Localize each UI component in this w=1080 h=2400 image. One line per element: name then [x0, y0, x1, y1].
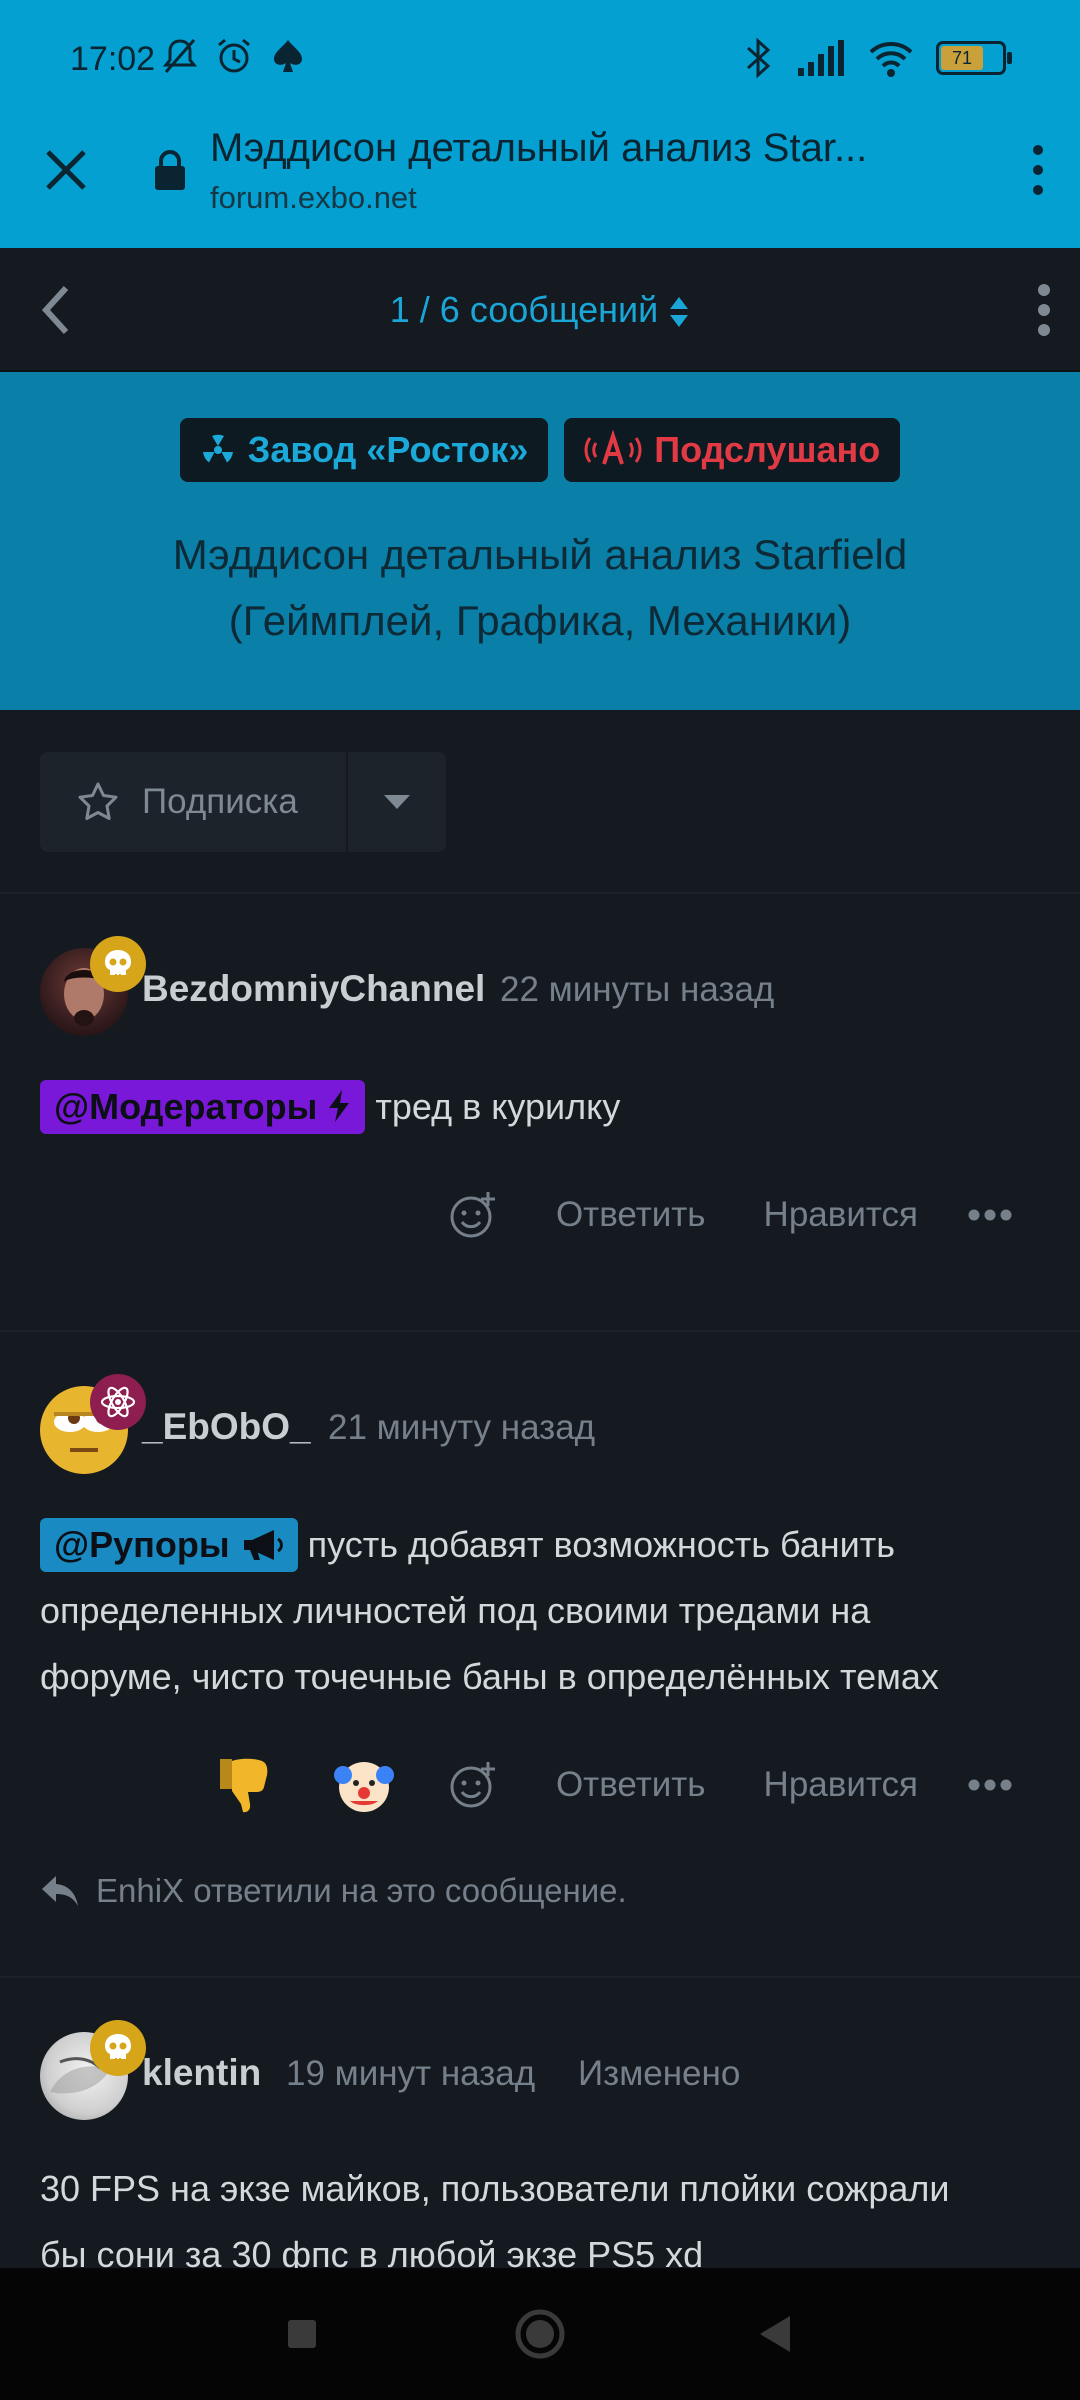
radiation-icon	[202, 434, 233, 463]
forum-header: 1 / 6 сообщений	[0, 248, 1080, 372]
subscribe-button[interactable]: Подписка	[40, 752, 346, 852]
back-chevron-icon[interactable]	[36, 280, 76, 340]
caret-down-icon	[384, 795, 410, 809]
post-time[interactable]: 22 минуты назад	[500, 970, 774, 1010]
alarm-icon	[218, 38, 250, 73]
reply-button[interactable]: Ответить	[556, 1765, 706, 1805]
back-triangle-icon[interactable]	[746, 2304, 806, 2364]
bluetooth-icon	[746, 37, 771, 79]
browser-page-title[interactable]: Мэддисон детальный анализ Star...	[210, 126, 950, 171]
post-body: @Рупоры пусть добавят возможность банить…	[40, 1512, 1050, 1710]
divider	[0, 1330, 1080, 1332]
home-circle-icon[interactable]	[510, 2304, 570, 2364]
browser-menu-icon[interactable]	[1026, 140, 1050, 200]
topic-title: Мэддисон детальный анализ Starfield (Гей…	[172, 531, 908, 644]
battery-icon: 71	[936, 41, 1012, 75]
browser-chrome: 17:02 71 Мэддисон детальный анализ Star.…	[0, 0, 1080, 248]
subscribe-label: Подписка	[142, 782, 298, 821]
atom-badge	[90, 1374, 146, 1430]
post-author[interactable]: klentin	[142, 2052, 261, 2094]
close-icon[interactable]	[40, 144, 92, 196]
mention-moderators[interactable]: @Модераторы	[40, 1080, 366, 1134]
like-button[interactable]: Нравится	[764, 1195, 918, 1235]
skull-icon	[105, 2034, 131, 2062]
more-options-icon[interactable]	[968, 1209, 1012, 1221]
clown-reaction-icon[interactable]	[333, 1755, 394, 1815]
skull-icon	[105, 950, 131, 978]
topic-tags: Завод «Росток» Подслушано	[0, 418, 1080, 482]
post-pager[interactable]: 1 / 6 сообщений	[0, 248, 1080, 372]
status-time: 17:02	[70, 40, 156, 78]
tag-label: Завод «Росток»	[247, 429, 529, 470]
post-actions: Ответить Нравится	[214, 1750, 1080, 1820]
divider	[0, 1976, 1080, 1978]
wifi-icon	[869, 42, 913, 77]
more-options-icon[interactable]	[968, 1779, 1012, 1791]
pager-label: 1 / 6 сообщений	[389, 289, 659, 330]
recents-square-icon[interactable]	[272, 2304, 332, 2364]
thumbs-down-reaction-icon[interactable]	[214, 1755, 272, 1815]
browser-url[interactable]: forum.exbo.net	[210, 180, 417, 216]
spade-icon	[274, 40, 302, 72]
url-bar: Мэддисон детальный анализ Star... forum.…	[0, 118, 1080, 248]
signal-icon	[798, 40, 844, 76]
subscription-control: Подписка	[40, 752, 446, 852]
skull-badge	[90, 936, 146, 992]
reply-button[interactable]: Ответить	[556, 1195, 706, 1235]
reply-arrow-icon	[42, 1876, 78, 1906]
add-reaction-icon[interactable]	[448, 1190, 498, 1240]
tag-zavod-rostok[interactable]: Завод «Росток»	[179, 418, 549, 482]
forum-menu-icon[interactable]	[1032, 280, 1056, 340]
post-body: @Модераторы тред в курилку	[40, 1074, 1050, 1140]
add-reaction-icon[interactable]	[448, 1760, 498, 1810]
tag-label: Подслушано	[654, 429, 881, 470]
lock-icon	[155, 150, 185, 190]
post-time[interactable]: 19 минут назад	[286, 2054, 535, 2094]
post-actions: Ответить Нравится	[448, 1180, 1080, 1250]
post-time[interactable]: 21 минуту назад	[328, 1408, 595, 1448]
status-bar: 17:02 71	[0, 0, 1080, 118]
like-button[interactable]: Нравится	[764, 1765, 918, 1805]
lightning-icon	[329, 1090, 350, 1122]
megaphone-icon	[243, 1530, 283, 1560]
post-author[interactable]: _EbObO_	[142, 1406, 311, 1448]
sort-arrows-icon	[670, 297, 689, 328]
post-author[interactable]: BezdomniyChannel	[142, 968, 485, 1010]
tag-podslushano[interactable]: Подслушано	[564, 418, 901, 482]
topic-hero: Завод «Росток» Подслушано Мэддисон детал…	[0, 372, 1080, 710]
system-nav-bar	[0, 2268, 1080, 2400]
skull-badge	[90, 2020, 146, 2076]
mute-bell-icon	[162, 39, 198, 73]
replies-note[interactable]: EnhiX ответили на это сообщение.	[40, 1872, 627, 1910]
atom-icon	[100, 1386, 136, 1418]
subscription-dropdown[interactable]	[346, 752, 446, 852]
broadcast-icon	[584, 430, 642, 465]
divider	[0, 892, 1080, 894]
edited-label[interactable]: Изменено	[578, 2054, 740, 2094]
star-icon	[78, 782, 118, 820]
mention-rupory[interactable]: @Рупоры	[40, 1518, 298, 1572]
